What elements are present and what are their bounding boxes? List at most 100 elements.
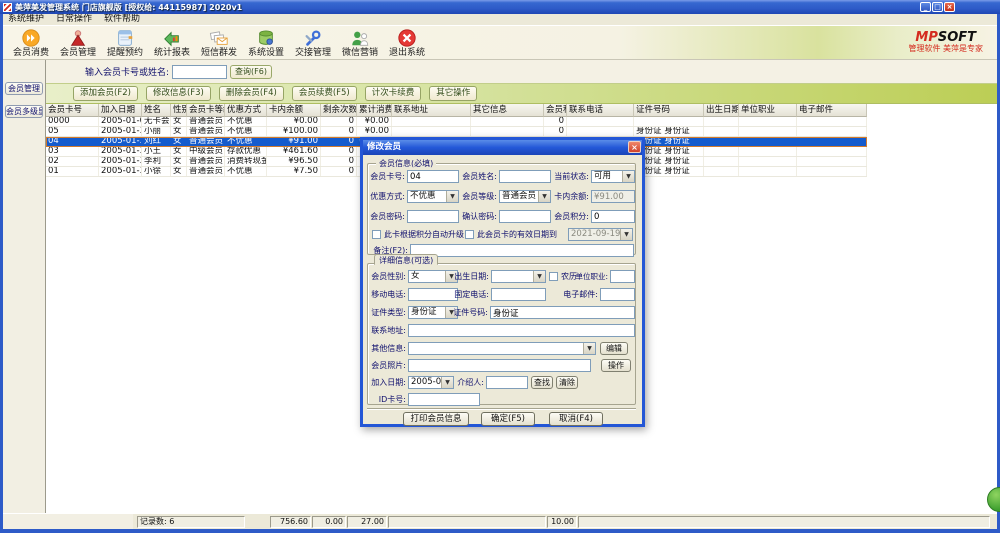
toolbar-shift-manage-button[interactable]: 交接管理 bbox=[293, 26, 333, 59]
valid-until-checkbox[interactable] bbox=[465, 230, 474, 239]
chevron-down-icon[interactable]: ▼ bbox=[538, 191, 550, 202]
gender-select[interactable]: 女▼ bbox=[408, 270, 458, 283]
table-cell bbox=[392, 117, 471, 126]
table-cell: 不优惠 bbox=[225, 167, 267, 176]
tel-input[interactable] bbox=[491, 288, 546, 301]
column-header[interactable]: 联系地址 bbox=[392, 104, 471, 117]
chevron-down-icon: ▼ bbox=[620, 229, 632, 240]
toolbar-remind-appoint-button[interactable]: 提醒预约 bbox=[105, 26, 145, 59]
add-member-button[interactable]: 添加会员(F2) bbox=[73, 86, 138, 101]
table-cell: 03 bbox=[46, 147, 99, 156]
column-header[interactable]: 出生日期 bbox=[704, 104, 739, 117]
table-cell: 女 bbox=[171, 167, 187, 176]
password-confirm-input[interactable] bbox=[499, 210, 551, 223]
clear-button[interactable]: 清除 bbox=[556, 376, 578, 389]
column-header[interactable]: 优惠方式 bbox=[225, 104, 267, 117]
member-name-input[interactable] bbox=[499, 170, 551, 183]
column-header[interactable]: 卡内余额 bbox=[267, 104, 321, 117]
column-header[interactable]: 电子邮件 bbox=[797, 104, 867, 117]
chevron-down-icon[interactable]: ▼ bbox=[533, 271, 545, 282]
column-header[interactable]: 累计消费 bbox=[357, 104, 392, 117]
column-header[interactable]: 其它信息 bbox=[471, 104, 544, 117]
print-member-info-button[interactable]: 打印会员信息 bbox=[403, 412, 469, 426]
mobile-input[interactable] bbox=[408, 288, 458, 301]
card-no-input[interactable] bbox=[407, 170, 459, 183]
id-type-select[interactable]: 身份证▼ bbox=[408, 306, 458, 319]
toolbar-system-settings-button[interactable]: 系统设置 bbox=[246, 26, 286, 59]
column-header[interactable]: 联系电话 bbox=[567, 104, 634, 117]
id-no-input[interactable] bbox=[490, 306, 635, 319]
detail-group-tab[interactable]: 详细信息(可选) bbox=[374, 254, 438, 265]
card-no-label: 会员卡号: bbox=[370, 171, 405, 182]
column-header[interactable]: 姓名 bbox=[142, 104, 171, 117]
column-header[interactable]: 证件号码 bbox=[634, 104, 704, 117]
job-input[interactable] bbox=[610, 270, 635, 283]
other-operations-button[interactable]: 其它操作 bbox=[429, 86, 477, 101]
toolbar-member-consume-button[interactable]: 会员消费 bbox=[11, 26, 51, 59]
join-date-select[interactable]: 2005-01-31▼ bbox=[408, 376, 454, 389]
table-cell: 0 bbox=[321, 167, 357, 176]
table-cell bbox=[797, 157, 867, 166]
toolbar-stats-report-button[interactable]: 统计报表 bbox=[152, 26, 192, 59]
idcard-input[interactable] bbox=[408, 393, 480, 406]
table-row[interactable]: 00002005-01-01无卡会员女普通会员不优惠¥0.000¥0.000 bbox=[46, 117, 867, 127]
times-card-renew-button[interactable]: 计次卡续费 bbox=[365, 86, 422, 101]
menu-system-maintenance[interactable]: 系统维护 bbox=[8, 14, 44, 25]
find-button[interactable]: 查找 bbox=[531, 376, 553, 389]
column-header[interactable]: 加入日期 bbox=[99, 104, 142, 117]
toolbar-member-manage-button[interactable]: 会员管理 bbox=[58, 26, 98, 59]
menu-software-help[interactable]: 软件帮助 bbox=[104, 14, 140, 25]
auto-upgrade-checkbox[interactable] bbox=[372, 230, 381, 239]
search-button[interactable]: 查询(F6) bbox=[230, 65, 272, 79]
toolbar-wechat-marketing-button[interactable]: 微信营销 bbox=[340, 26, 380, 59]
other-info-select[interactable]: ▼ bbox=[408, 342, 596, 355]
lunar-checkbox[interactable] bbox=[549, 272, 558, 281]
table-cell bbox=[704, 157, 739, 166]
column-header[interactable]: 会员卡等级 bbox=[187, 104, 225, 117]
table-row[interactable]: 052005-01-31小丽女普通会员不优惠¥100.000¥0.000身份证 … bbox=[46, 127, 867, 137]
chevron-down-icon[interactable]: ▼ bbox=[441, 377, 453, 388]
toolbar-button-label: 微信营销 bbox=[342, 48, 378, 58]
discount-select[interactable]: 不优惠▼ bbox=[407, 190, 459, 203]
table-cell: 0 bbox=[544, 117, 567, 126]
introducer-input[interactable] bbox=[486, 376, 528, 389]
points-input[interactable] bbox=[591, 210, 635, 223]
modify-info-button[interactable]: 修改信息(F3) bbox=[146, 86, 211, 101]
menu-daily-operation[interactable]: 日常操作 bbox=[56, 14, 92, 25]
edit-button[interactable]: 编辑 bbox=[600, 342, 628, 355]
dialog-close-icon[interactable]: × bbox=[628, 141, 641, 153]
ok-button[interactable]: 确定(F5) bbox=[481, 412, 535, 426]
sidebar-member-manage-button[interactable]: 会员管理 bbox=[5, 82, 43, 95]
join-date-value: 2005-01-31 bbox=[409, 377, 441, 388]
column-header[interactable]: 单位职业 bbox=[739, 104, 797, 117]
column-header[interactable]: 会员卡号 bbox=[46, 104, 99, 117]
cancel-button[interactable]: 取消(F4) bbox=[549, 412, 603, 426]
photo-op-button[interactable]: 操作 bbox=[601, 359, 631, 372]
toolbar-exit-system-button[interactable]: 退出系统 bbox=[387, 26, 427, 59]
remark-input[interactable] bbox=[410, 244, 634, 257]
password-input[interactable] bbox=[407, 210, 459, 223]
chevron-down-icon[interactable]: ▼ bbox=[583, 343, 595, 354]
toolbar-sms-broadcast-button[interactable]: 短信群发 bbox=[199, 26, 239, 59]
menu-bar: 系统维护 日常操作 软件帮助 bbox=[3, 14, 997, 25]
search-row: 输入会员卡号或姓名: 查询(F6) bbox=[46, 60, 997, 83]
maximize-button[interactable]: □ bbox=[932, 2, 943, 12]
birthday-select[interactable]: ▼ bbox=[491, 270, 546, 283]
state-select[interactable]: 可用▼ bbox=[591, 170, 635, 183]
chevron-down-icon[interactable]: ▼ bbox=[446, 191, 458, 202]
renew-member-button[interactable]: 会员续费(F5) bbox=[292, 86, 357, 101]
level-select[interactable]: 普通会员▼ bbox=[499, 190, 551, 203]
delete-member-button[interactable]: 删除会员(F4) bbox=[219, 86, 284, 101]
minimize-button[interactable]: _ bbox=[920, 2, 931, 12]
sidebar-member-multilevel-button[interactable]: 会员多级显示 bbox=[5, 105, 43, 118]
close-button[interactable]: × bbox=[944, 2, 955, 12]
search-input[interactable] bbox=[172, 65, 227, 79]
email-input[interactable] bbox=[600, 288, 635, 301]
address-input[interactable] bbox=[408, 324, 635, 337]
photo-input[interactable] bbox=[408, 359, 591, 372]
chevron-down-icon[interactable]: ▼ bbox=[622, 171, 634, 182]
column-header[interactable]: 会员积分 bbox=[544, 104, 567, 117]
column-header[interactable]: 性别 bbox=[171, 104, 187, 117]
column-header[interactable]: 剩余次数 bbox=[321, 104, 357, 117]
statusbar-empty-cell-2 bbox=[578, 516, 990, 528]
